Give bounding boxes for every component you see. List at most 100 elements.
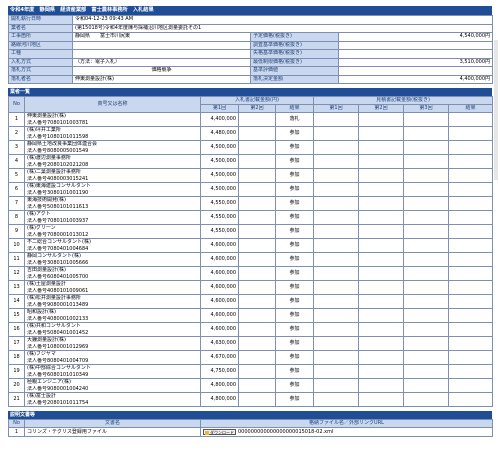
opening-date-value: 令和04-12-23 09:43 AM [71, 15, 494, 25]
bid-amount-round1: 4,400,000 [200, 112, 239, 127]
bidder-name-cell: 静岡県土地改良事業団体連合会 法人番号8080005001549 [24, 140, 201, 155]
bidder-no: 4 [8, 154, 25, 169]
docs-col-file-header: 格納ファイル名／外部リンクURL [200, 419, 493, 428]
award-method-value: 価格競争 [72, 66, 251, 76]
award-amount-value: 4,400,000円 [337, 74, 494, 84]
estimate-round1 [313, 126, 360, 141]
bidder-registration: 法人番号6080101010349 [27, 371, 89, 378]
bidder-name-cell: 東海技術開発(株) 法人番号5080101011613 [24, 196, 201, 211]
table-row: 2 (株)坪井工業所 法人番号1080101011598 4,480,000 参加 [8, 126, 494, 141]
award-method-label: 落札方式 [8, 66, 73, 76]
planned-price-label: 予定価格(税抜き) [250, 32, 339, 42]
estimate-result [448, 182, 494, 197]
bidder-name-cell: (株)東海建設コンサルタント 法人番号3080101001190 [24, 182, 201, 197]
bidder-registration: 法人番号5080101011613 [27, 203, 89, 210]
estimate-round3 [403, 252, 450, 267]
estimate-round1 [313, 252, 360, 267]
result-header: 結果 [274, 104, 315, 113]
bidder-name-cell: 不二総合コンサルタント(株) 法人番号7080401004684 [24, 238, 201, 253]
bid-result: 参加 [274, 252, 315, 267]
bidder-no: 11 [8, 252, 25, 267]
estimate-round3-header: 第3回 [403, 104, 450, 113]
bidder-registration: 法人番号1080101011598 [27, 133, 89, 140]
bid-amount-round2 [238, 266, 276, 281]
estimate-round1 [313, 210, 360, 225]
bidder-name-cell: 吉田測量設計(株) 法人番号6080401005700 [24, 266, 201, 281]
estimate-round3 [403, 238, 450, 253]
bidder-no: 14 [8, 294, 25, 309]
bid-amount-round1: 4,480,000 [200, 126, 239, 141]
estimate-result [448, 196, 494, 211]
estimate-round2 [358, 308, 405, 323]
estimate-result [448, 154, 494, 169]
bidder-registration: 法人番号7080101003781 [27, 119, 89, 126]
type-label: 工種 [8, 49, 73, 59]
bidder-name-cell: (株)渡辺測量事務所 法人番号2080102021208 [24, 154, 201, 169]
scrollbar[interactable] [494, 40, 498, 180]
bid-result: 参加 [274, 280, 315, 295]
bid-result: 参加 [274, 210, 315, 225]
estimate-round3 [403, 378, 450, 393]
bid-amount-round2 [238, 112, 276, 127]
estimate-round3 [403, 126, 450, 141]
bidder-name-cell: (株)土屋測量設計 法人番号4080101009061 [24, 280, 201, 295]
estimate-round1 [313, 168, 360, 183]
bidder-registration: 法人番号3080101005666 [27, 259, 89, 266]
bid-amount-round2 [238, 308, 276, 323]
estimate-round2 [358, 140, 405, 155]
estimate-round1-header: 第1回 [313, 104, 360, 113]
bidders-section-title: 業者一覧 [8, 88, 492, 96]
estimate-round3 [403, 154, 450, 169]
bid-result: 参加 [274, 322, 315, 337]
bidder-no: 10 [8, 238, 25, 253]
business-name-label: 業者名 [8, 23, 73, 33]
bid-result: 参加 [274, 126, 315, 141]
estimate-round1 [313, 224, 360, 239]
estimate-round2 [358, 350, 405, 365]
bidder-no: 20 [8, 378, 25, 393]
bidder-no: 6 [8, 182, 25, 197]
bidder-no: 21 [8, 392, 25, 407]
bidder-no: 8 [8, 210, 25, 225]
bidder-registration: 法人番号7080001013012 [27, 231, 89, 238]
estimate-result [448, 224, 494, 239]
page-title: 令和4年度 静岡県 経済産業部 富士農林事務所 入札結果 [8, 6, 492, 15]
bidder-registration: 法人番号4080003015241 [27, 175, 89, 182]
bid-amount-round1: 4,500,000 [200, 168, 239, 183]
estimate-round1 [313, 238, 360, 253]
bid-amount-round1: 4,500,000 [200, 154, 239, 169]
doc-file-name[interactable]: 000000000000000000015018-02.xml [238, 429, 333, 435]
download-button[interactable]: ダウンロード [203, 428, 236, 435]
bidder-no: 16 [8, 322, 25, 337]
bid-amount-round2 [238, 280, 276, 295]
estimate-result [448, 252, 494, 267]
bid-result: 参加 [274, 182, 315, 197]
bid-result: 参加 [274, 378, 315, 393]
col-name-header: 商号又は名称 [24, 96, 201, 113]
estimate-round2 [358, 266, 405, 281]
base-eval-label: 基準評価値 [250, 66, 339, 76]
bidder-name-cell: 大鐘測量設計(株) 法人番号1080001012969 [24, 336, 201, 351]
estimate-round2 [358, 182, 405, 197]
estimate-round2 [358, 364, 405, 379]
estimate-round1 [313, 378, 360, 393]
bidder-no: 19 [8, 364, 25, 379]
bid-amount-round2 [238, 336, 276, 351]
estimate-round1 [313, 266, 360, 281]
estimate-round3 [403, 364, 450, 379]
table-row: 5 (株)二葉測量設計事務所 法人番号4080003015241 4,500,000 参… [8, 168, 494, 183]
estimate-round1 [313, 140, 360, 155]
estimate-round2-header: 第2回 [358, 104, 405, 113]
doc-name: コリンズ・テクリス登録用ファイル [24, 427, 201, 437]
bid-amount-round1: 4,500,000 [200, 140, 239, 155]
estimate-group-header: 見積書記載金額(税抜き) [313, 96, 494, 105]
min-price-value: 3,510,000円 [337, 57, 494, 67]
estimate-round2 [358, 392, 405, 407]
bid-result: 参加 [274, 140, 315, 155]
estimate-result [448, 266, 494, 281]
result-page: 令和4年度 静岡県 経済産業部 富士農林事務所 入札結果 開札執行日時 令和04… [8, 6, 494, 437]
estimate-round2 [358, 126, 405, 141]
estimate-result [448, 392, 494, 407]
estimate-round2 [358, 196, 405, 211]
location-value: 静岡県 富士市川尻東 [72, 32, 251, 42]
